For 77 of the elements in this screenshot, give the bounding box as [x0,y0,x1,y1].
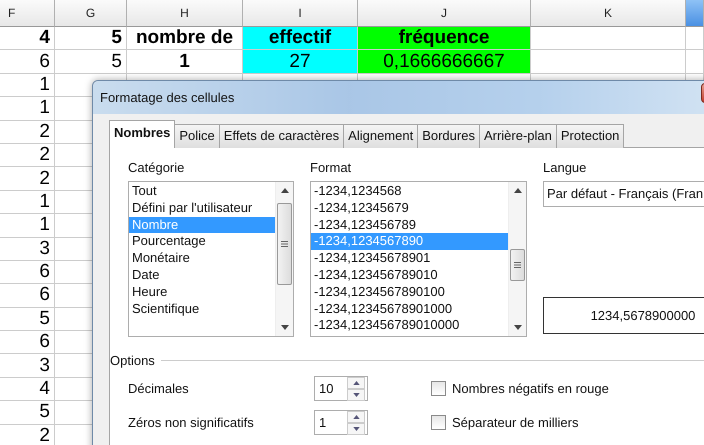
tab[interactable]: Arrière-plan [478,124,557,148]
table-cell: 2 [0,424,55,445]
checkbox-label: Nombres négatifs en rouge [452,381,609,396]
table-cell: 4 [0,378,55,402]
table-cell: 27 [243,50,358,74]
spin-field[interactable]: 10 [314,376,368,401]
tab[interactable]: Protection [556,124,624,148]
list-item[interactable]: -1234,123456789010 [311,266,508,284]
table-cell: 5 [55,50,127,74]
table-cell: 0,1666666667 [358,50,531,74]
category-label: Catégorie [128,160,186,176]
list-item[interactable]: Heure [129,284,275,301]
tab[interactable]: Bordures [417,124,480,148]
tab[interactable]: Alignement [343,124,418,148]
table-cell: fréquence [358,27,531,50]
list-item[interactable]: Scientifique [129,300,275,318]
list-item[interactable]: -1234,12345679 [311,200,508,217]
preview-box: 1234,5678900000 [543,297,704,334]
table-cell: 1 [0,97,55,121]
language-label: Langue [543,160,588,176]
decrement-icon[interactable] [352,426,360,430]
table-cell: 2 [0,167,55,191]
table-cell: 6 [0,260,55,284]
table-cell: 5 [0,308,55,332]
list-item[interactable]: Monétaire [129,250,275,267]
tab[interactable]: Police [174,124,220,148]
list-item[interactable]: -1234,1234568 [311,183,508,200]
list-item[interactable]: Pourcentage [129,233,275,250]
table-cell: 5 [0,401,55,425]
spin-field[interactable]: 1 [314,410,368,435]
tab[interactable]: Effets de caractères [218,124,344,148]
scrollbar[interactable] [275,182,293,336]
table-cell: 6 [0,284,55,308]
column-header[interactable]: H [127,0,243,27]
table-cell: 3 [0,238,55,261]
list-item[interactable]: -1234,123456789 [311,216,508,234]
language-dropdown[interactable]: Par défaut - Français (Fran [543,181,704,207]
scroll-down-icon[interactable] [514,325,522,330]
table-cell: 6 [0,331,55,354]
table-cell: 5 [55,27,127,50]
table-cell: 2 [0,120,55,144]
list-item[interactable]: Tout [129,183,275,200]
increment-icon[interactable] [352,414,360,418]
list-item[interactable]: -1234,123456789010000 [311,317,508,334]
list-item[interactable]: -1234,12345678901000 [311,300,508,318]
checkbox[interactable] [431,415,446,430]
options-heading: Options [110,353,155,368]
table-cell: 1 [0,214,55,238]
scroll-up-icon[interactable] [514,188,522,193]
table-cell: 1 [0,190,55,214]
table-cell: 4 [0,27,55,50]
increment-icon[interactable] [352,380,360,384]
list-item[interactable]: -1234,12345678901 [311,250,508,267]
tab[interactable]: Nombres [109,120,176,148]
column-header[interactable]: G [55,0,127,27]
table-cell: 3 [0,354,55,378]
checkbox[interactable] [431,381,446,396]
table-cell: 2 [0,144,55,168]
column-header[interactable]: F [0,0,55,27]
table-cell: 6 [0,50,55,74]
scroll-down-icon[interactable] [280,325,288,330]
decrement-icon[interactable] [352,392,360,396]
list-item[interactable]: Date [129,266,275,284]
list-item[interactable]: -1234,1234567890100 [311,284,508,301]
option-label: Zéros non significatifs [128,415,255,430]
table-cell [686,27,704,50]
window-title: Formatage des cellules [100,90,234,105]
checkbox-label: Séparateur de milliers [452,415,578,430]
scroll-up-icon[interactable] [280,188,288,193]
option-label: Décimales [128,381,190,396]
grip-icon [281,241,288,247]
list-item[interactable]: Défini par l'utilisateur [129,200,275,217]
table-cell: 1 [0,74,55,98]
grip-icon [514,262,521,268]
format-label: Format [310,160,352,176]
table-cell: effectif [243,27,358,50]
scrollbar[interactable] [508,182,526,336]
